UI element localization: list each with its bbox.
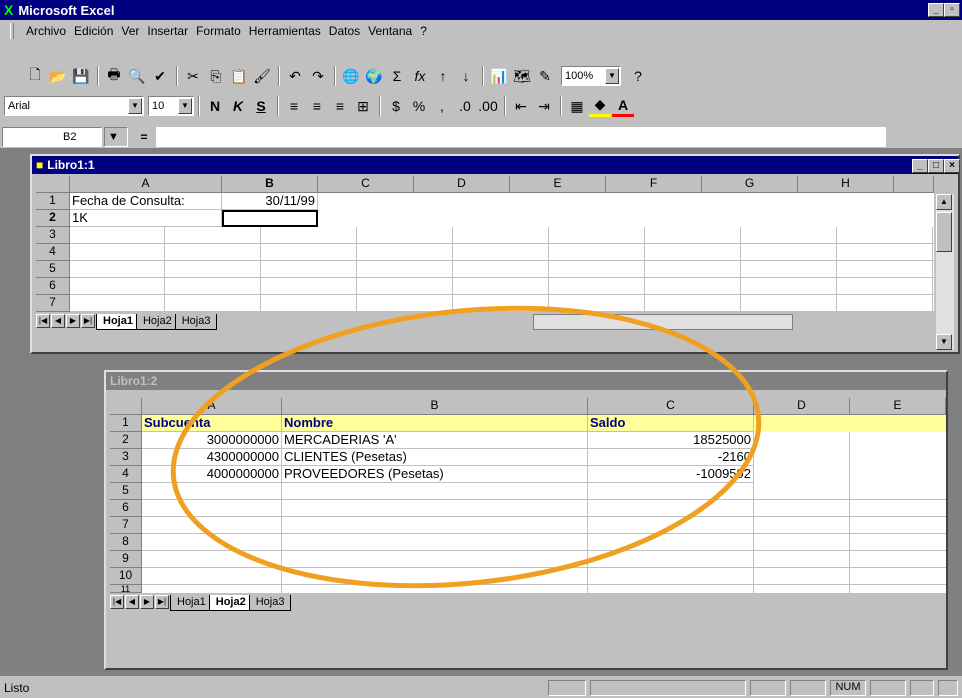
- align-right-icon[interactable]: ≡: [329, 95, 351, 117]
- app-titlebar: X Microsoft Excel _ ▫: [0, 0, 962, 20]
- status-panel: [790, 680, 826, 696]
- formula-bar: B2 ▼ =: [0, 126, 962, 148]
- separator: [504, 96, 506, 116]
- menu-datos[interactable]: Datos: [329, 24, 360, 38]
- function-icon[interactable]: fx: [409, 65, 431, 87]
- print-preview-icon[interactable]: 🔍: [126, 65, 148, 87]
- web-toolbar-icon[interactable]: 🌍: [363, 65, 385, 87]
- undo-icon[interactable]: ↶: [284, 65, 306, 87]
- copy-icon[interactable]: ⎘: [205, 65, 227, 87]
- drawing-icon[interactable]: ✎: [534, 65, 556, 87]
- percent-icon[interactable]: %: [408, 95, 430, 117]
- font-size-select[interactable]: 10 ▼: [148, 96, 194, 116]
- format-painter-icon[interactable]: 🖌: [251, 65, 273, 87]
- name-box[interactable]: B2: [2, 127, 102, 147]
- paste-icon[interactable]: 📋: [228, 65, 250, 87]
- fill-color-icon[interactable]: ◆: [589, 95, 611, 117]
- num-lock-indicator: NUM: [830, 680, 866, 696]
- map-icon[interactable]: 🗺: [511, 65, 533, 87]
- separator: [482, 66, 484, 86]
- menu-herramientas[interactable]: Herramientas: [249, 24, 321, 38]
- status-panel: [750, 680, 786, 696]
- separator: [560, 96, 562, 116]
- status-bar: Listo NUM: [0, 678, 962, 698]
- formula-input[interactable]: [156, 127, 886, 147]
- formatting-toolbar: Arial ▼ 10 ▼ N K S ≡ ≡ ≡ ⊞ $ % , .0 .00 ⇤ …: [0, 92, 962, 120]
- menu-bar: Archivo Edición Ver Insertar Formato Her…: [0, 20, 962, 42]
- status-panel: [910, 680, 934, 696]
- font-value: Arial: [8, 100, 31, 112]
- merge-center-icon[interactable]: ⊞: [352, 95, 374, 117]
- print-icon[interactable]: 🖶: [103, 65, 125, 87]
- zoom-value: 100%: [565, 70, 594, 82]
- increase-decimal-icon[interactable]: .0: [454, 95, 476, 117]
- sort-desc-icon[interactable]: ↓: [455, 65, 477, 87]
- menu-edicion[interactable]: Edición: [74, 24, 113, 38]
- status-text: Listo: [4, 681, 30, 695]
- separator: [176, 66, 178, 86]
- menu-help[interactable]: ?: [420, 24, 427, 38]
- hyperlink-icon[interactable]: 🌐: [340, 65, 362, 87]
- minimize-button[interactable]: _: [928, 3, 944, 17]
- borders-icon[interactable]: ▦: [566, 95, 588, 117]
- separator: [277, 96, 279, 116]
- separator: [97, 66, 99, 86]
- formula-equals[interactable]: =: [132, 130, 156, 144]
- sort-asc-icon[interactable]: ↑: [432, 65, 454, 87]
- new-icon[interactable]: 🗋: [24, 65, 46, 87]
- font-color-icon[interactable]: A: [612, 95, 634, 117]
- chevron-down-icon[interactable]: ▼: [178, 98, 192, 114]
- excel-icon: X: [4, 2, 14, 18]
- align-left-icon[interactable]: ≡: [283, 95, 305, 117]
- separator: [334, 66, 336, 86]
- highlight-oval-overlay: [170, 305, 762, 589]
- autosum-icon[interactable]: Σ: [386, 65, 408, 87]
- standard-toolbar: 🗋 📂 💾 🖶 🔍 ✔ ✂ ⎘ 📋 🖌 ↶ ↷ 🌐 🌍 Σ fx ↑ ↓ 📊 🗺…: [0, 62, 962, 90]
- comma-icon[interactable]: ,: [431, 95, 453, 117]
- separator: [278, 66, 280, 86]
- app-title: Microsoft Excel: [18, 2, 115, 18]
- redo-icon[interactable]: ↷: [307, 65, 329, 87]
- separator: [198, 96, 200, 116]
- status-panel: [548, 680, 586, 696]
- status-panel: [590, 680, 746, 696]
- status-panel: [938, 680, 958, 696]
- chevron-down-icon[interactable]: ▼: [128, 98, 142, 114]
- restore-button[interactable]: ▫: [944, 3, 960, 17]
- workbook-area: ■ Libro1:1 _ □ × A B C D E F G H 1 2 3 4…: [0, 148, 962, 676]
- decrease-indent-icon[interactable]: ⇤: [510, 95, 532, 117]
- font-select[interactable]: Arial ▼: [4, 96, 144, 116]
- spelling-icon[interactable]: ✔: [149, 65, 171, 87]
- menu-grip: [10, 23, 14, 39]
- menu-archivo[interactable]: Archivo: [26, 24, 66, 38]
- menu-ventana[interactable]: Ventana: [368, 24, 412, 38]
- separator: [379, 96, 381, 116]
- status-panel: [870, 680, 906, 696]
- align-center-icon[interactable]: ≡: [306, 95, 328, 117]
- decrease-decimal-icon[interactable]: .00: [477, 95, 499, 117]
- save-icon[interactable]: 💾: [70, 65, 92, 87]
- chart-wizard-icon[interactable]: 📊: [488, 65, 510, 87]
- currency-icon[interactable]: $: [385, 95, 407, 117]
- menu-insertar[interactable]: Insertar: [147, 24, 188, 38]
- zoom-select[interactable]: 100% ▼: [561, 66, 621, 86]
- highlight-oval: [170, 305, 762, 589]
- name-box-dropdown[interactable]: ▼: [104, 127, 128, 147]
- increase-indent-icon[interactable]: ⇥: [533, 95, 555, 117]
- chevron-down-icon[interactable]: ▼: [605, 68, 619, 84]
- font-size-value: 10: [152, 100, 165, 112]
- cut-icon[interactable]: ✂: [182, 65, 204, 87]
- name-box-value: B2: [63, 131, 77, 143]
- underline-button[interactable]: S: [250, 95, 272, 117]
- menu-formato[interactable]: Formato: [196, 24, 241, 38]
- open-icon[interactable]: 📂: [47, 65, 69, 87]
- italic-button[interactable]: K: [227, 95, 249, 117]
- office-assistant-icon[interactable]: ?: [627, 65, 649, 87]
- menu-ver[interactable]: Ver: [121, 24, 139, 38]
- bold-button[interactable]: N: [204, 95, 226, 117]
